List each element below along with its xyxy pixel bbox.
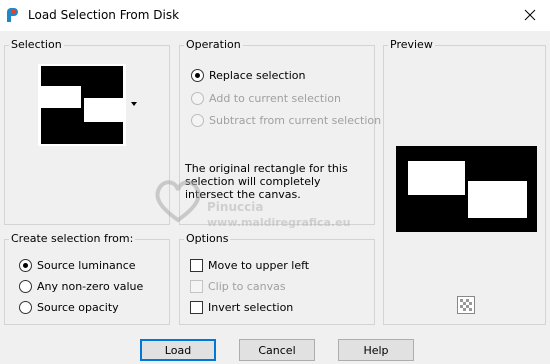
radio-replace-selection[interactable]: Replace selection: [191, 67, 305, 83]
checkbox[interactable]: [190, 279, 203, 293]
load-button[interactable]: Load: [140, 339, 216, 361]
checkbox[interactable]: [190, 300, 203, 314]
radio-button[interactable]: [19, 258, 32, 272]
checkbox-label: Move to upper left: [208, 258, 310, 272]
close-icon[interactable]: [520, 5, 540, 25]
checkbox-clip-to-canvas[interactable]: Clip to canvas: [190, 278, 286, 294]
operation-group-label: Operation: [184, 38, 243, 51]
selection-dropdown[interactable]: [38, 64, 140, 146]
radio-button[interactable]: [191, 91, 204, 105]
selection-thumbnail: [38, 64, 126, 146]
radio-any-non-zero-value[interactable]: Any non-zero value: [19, 278, 143, 294]
dropdown-arrow-icon[interactable]: [130, 101, 138, 107]
checkbox-move-to-upper-left[interactable]: Move to upper left: [190, 257, 309, 273]
radio-button[interactable]: [19, 300, 32, 314]
radio-label: Source opacity: [37, 300, 119, 314]
radio-source-luminance[interactable]: Source luminance: [19, 257, 136, 273]
checkbox-invert-selection[interactable]: Invert selection: [190, 299, 293, 315]
options-group-label: Options: [184, 232, 231, 245]
radio-label: Subtract from current selection: [209, 113, 382, 127]
radio-button[interactable]: [191, 113, 204, 127]
operation-info-text: The original rectangle for this selectio…: [185, 162, 348, 201]
checkbox-label: Clip to canvas: [208, 279, 286, 293]
create-selection-from-label: Create selection from:: [9, 232, 136, 245]
selection-group-label: Selection: [9, 38, 64, 51]
checkbox[interactable]: [190, 258, 203, 272]
radio-button[interactable]: [191, 68, 204, 82]
preview-image: [396, 146, 537, 232]
help-button[interactable]: Help: [338, 339, 414, 361]
radio-label: Source luminance: [37, 258, 136, 272]
checkerboard-icon[interactable]: [457, 296, 475, 314]
preview-group-label: Preview: [388, 38, 435, 51]
cancel-button[interactable]: Cancel: [239, 339, 315, 361]
window-title: Load Selection From Disk: [28, 8, 180, 22]
checkbox-label: Invert selection: [208, 300, 294, 314]
title-bar: Load Selection From Disk: [0, 0, 550, 31]
radio-label: Replace selection: [209, 68, 306, 82]
app-icon: [7, 8, 18, 22]
radio-subtract-from-current-selection[interactable]: Subtract from current selection: [191, 112, 381, 128]
radio-add-to-current-selection[interactable]: Add to current selection: [191, 90, 341, 106]
radio-source-opacity[interactable]: Source opacity: [19, 299, 119, 315]
radio-label: Add to current selection: [209, 91, 341, 105]
radio-label: Any non-zero value: [37, 279, 144, 293]
radio-button[interactable]: [19, 279, 32, 293]
